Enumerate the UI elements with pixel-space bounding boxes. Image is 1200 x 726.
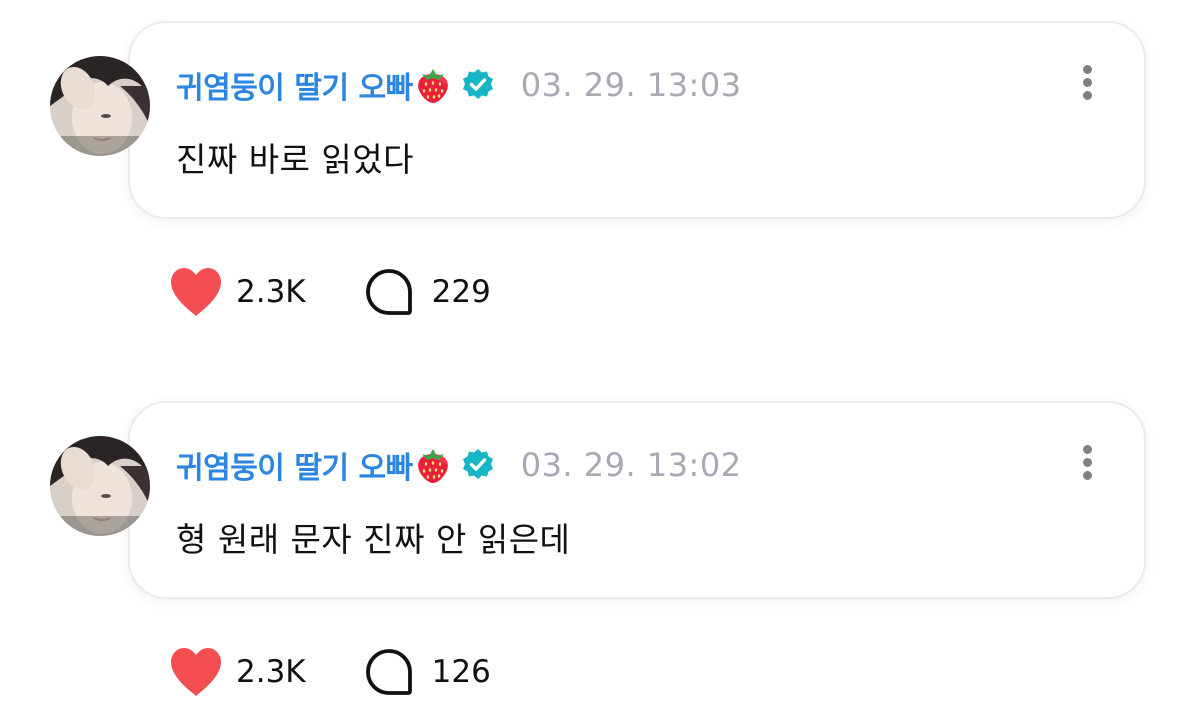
avatar[interactable] [50, 56, 150, 156]
post-item: 귀염둥이 딸기 오빠 [0, 380, 1200, 710]
post-bubble: 귀염둥이 딸기 오빠 [128, 401, 1146, 599]
comment-icon [365, 649, 412, 695]
like-count: 2.3K [236, 654, 306, 690]
strawberry-icon [415, 446, 451, 484]
comment-button[interactable]: 126 [364, 647, 491, 697]
avatar-image [50, 436, 150, 536]
comment-count: 126 [431, 654, 491, 690]
username[interactable]: 귀염둥이 딸기 오빠 [176, 443, 413, 487]
timestamp: 03. 29. 13:02 [520, 446, 742, 484]
heart-icon [171, 268, 221, 316]
verified-badge-icon [461, 448, 495, 482]
comment-button[interactable]: 229 [364, 267, 491, 317]
post-header: 귀염둥이 딸기 오빠 [176, 63, 742, 107]
more-options-icon[interactable] [1076, 61, 1100, 105]
post-bubble: 귀염둥이 딸기 오빠 [128, 21, 1146, 219]
avatar[interactable] [50, 436, 150, 536]
post-message: 진짜 바로 읽었다 [176, 140, 414, 179]
post-header: 귀염둥이 딸기 오빠 [176, 443, 742, 487]
verified-badge-icon [461, 68, 495, 102]
comment-icon [365, 269, 412, 315]
comment-count: 229 [431, 274, 491, 310]
strawberry-icon [415, 66, 451, 104]
timestamp: 03. 29. 13:03 [520, 66, 742, 104]
post-message: 형 원래 문자 진짜 안 읽은데 [176, 520, 571, 559]
avatar-image [50, 56, 150, 156]
like-button[interactable]: 2.3K [168, 266, 306, 318]
like-count: 2.3K [236, 274, 306, 310]
heart-icon [171, 648, 221, 696]
post-item: 귀염둥이 딸기 오빠 [0, 0, 1200, 330]
like-button[interactable]: 2.3K [168, 646, 306, 698]
post-actions: 2.3K 126 [168, 644, 491, 700]
username[interactable]: 귀염둥이 딸기 오빠 [176, 63, 413, 107]
more-options-icon[interactable] [1076, 441, 1100, 485]
post-actions: 2.3K 229 [168, 264, 491, 320]
